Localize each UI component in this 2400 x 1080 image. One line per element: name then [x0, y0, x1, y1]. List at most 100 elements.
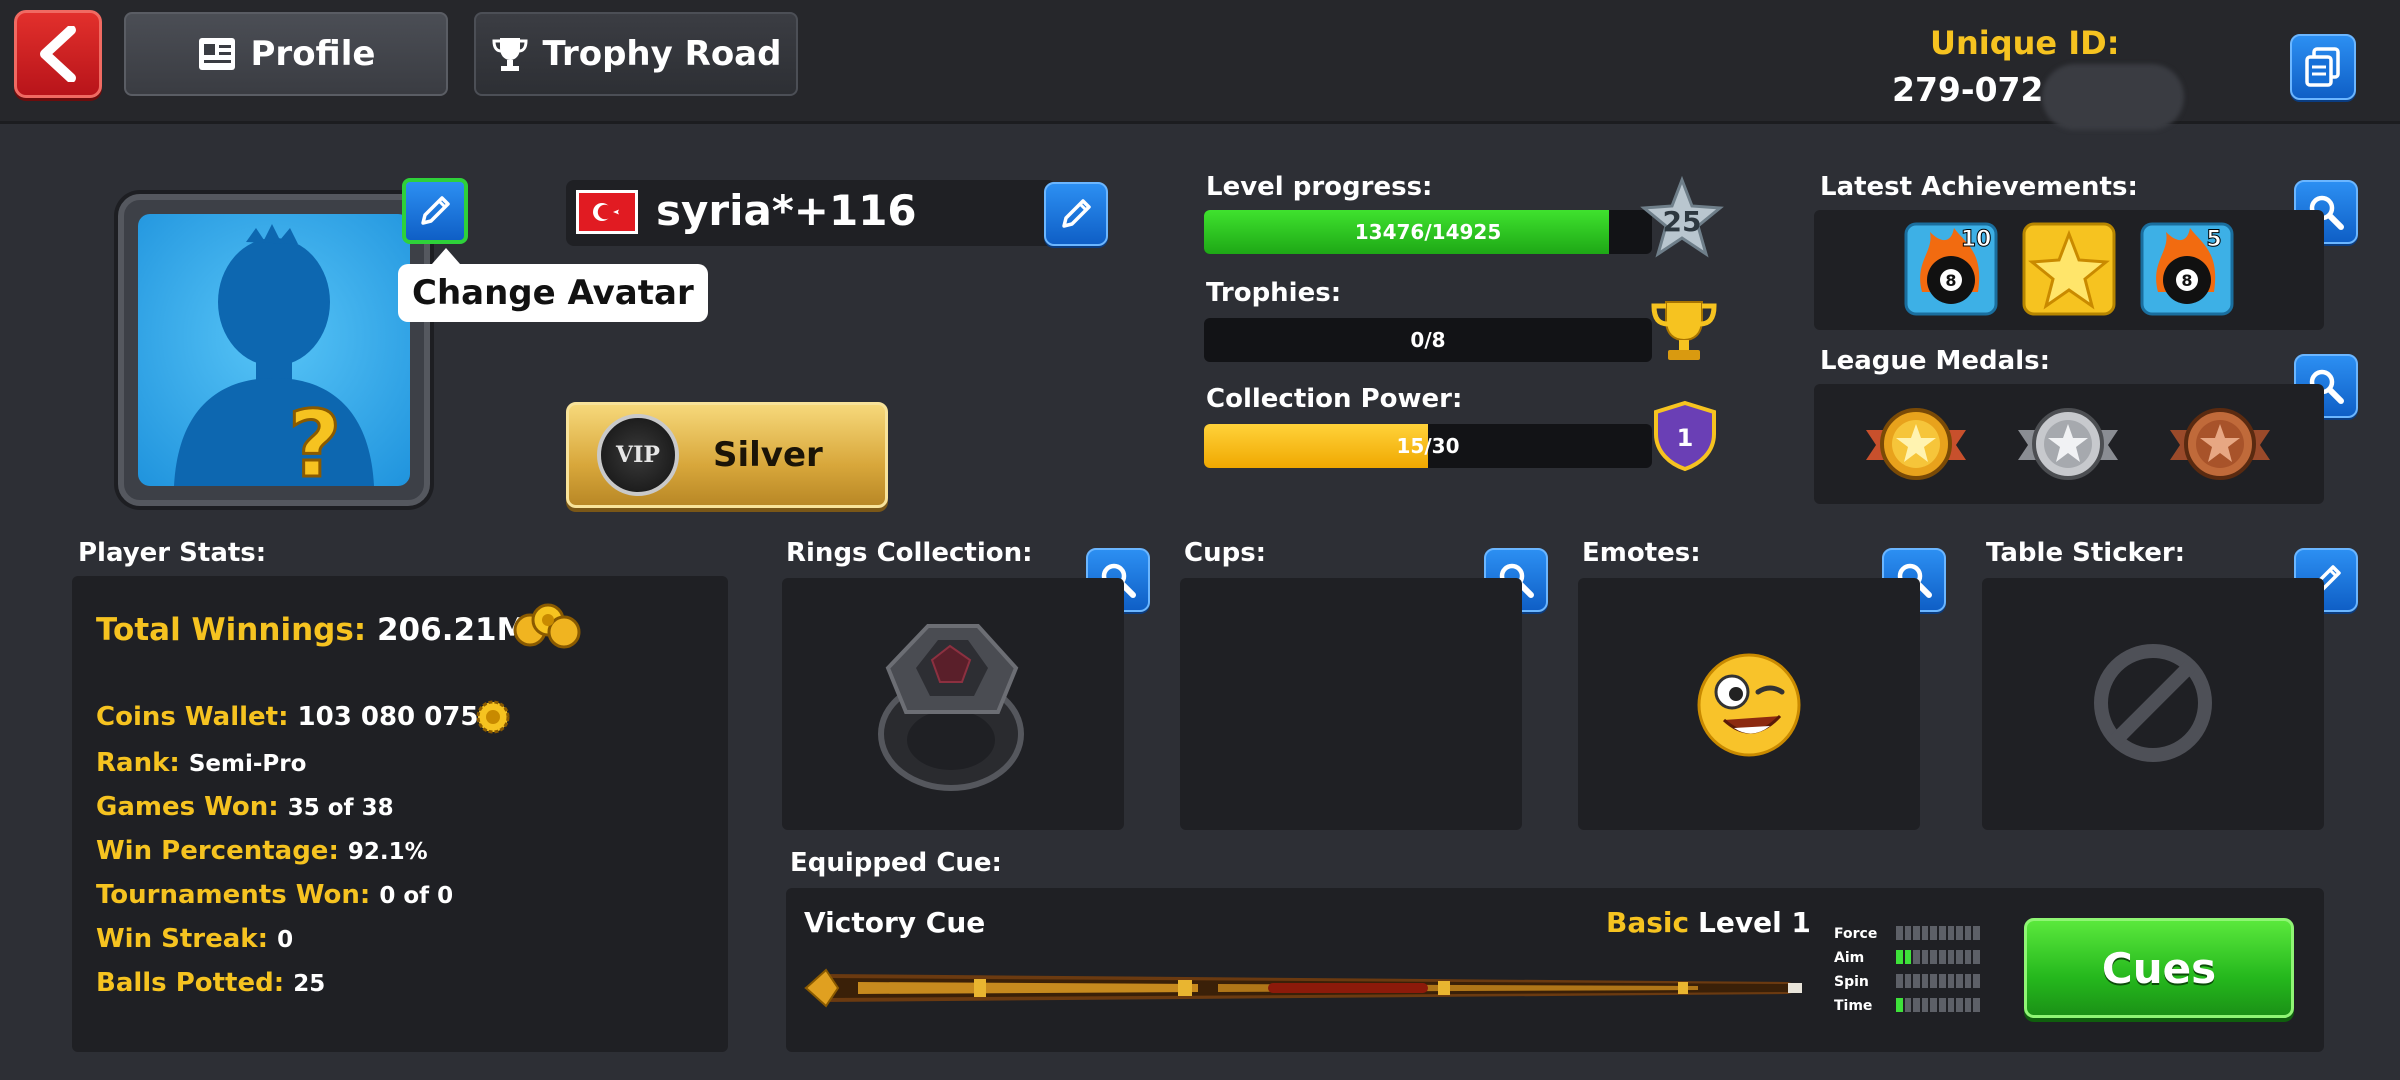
tab-trophy-road[interactable]: Trophy Road: [474, 12, 798, 96]
achievement-eight-ball-fire-icon[interactable]: 8 5: [2140, 222, 2234, 316]
win-streak-value: 0: [277, 927, 294, 953]
total-winnings-label: Total Winnings:: [96, 612, 367, 648]
vip-status-button[interactable]: VIP Silver: [566, 402, 888, 508]
win-streak-label: Win Streak:: [96, 924, 268, 954]
coin-pile-icon: [512, 600, 582, 652]
collection-power-label: Collection Power:: [1206, 384, 1463, 414]
tournaments-won-value: 0 of 0: [379, 883, 454, 909]
gold-trophy-icon: [1648, 298, 1720, 364]
no-sticker-icon: [2092, 642, 2214, 764]
ring-icon: [866, 616, 1036, 792]
level-progress-text: 13476/14925: [1354, 220, 1502, 244]
meter-segment: [1896, 998, 1903, 1012]
tab-profile[interactable]: Profile: [124, 12, 448, 96]
meter-segment: [1930, 998, 1937, 1012]
trophies-text: 0/8: [1410, 328, 1446, 352]
back-arrow-icon: [40, 26, 76, 82]
meter-segment: [1956, 998, 1963, 1012]
meter-segment: [1938, 974, 1946, 988]
table-sticker-label: Table Sticker:: [1986, 538, 2186, 568]
balls-potted-row: Balls Potted: 25: [96, 968, 325, 998]
achievement-count: 10: [1961, 227, 1992, 252]
level-star-icon: 25: [1640, 175, 1724, 260]
cue-rarity: Basic: [1606, 906, 1690, 939]
vip-badge-text: VIP: [616, 442, 660, 468]
total-winnings-value: 206.21M: [376, 612, 528, 648]
total-winnings-row: Total Winnings: 206.21M: [96, 612, 527, 648]
latest-achievements-label: Latest Achievements:: [1820, 172, 2138, 202]
level-number: 25: [1663, 205, 1702, 238]
games-won-label: Games Won:: [96, 792, 279, 822]
vip-badge-icon: VIP: [597, 414, 679, 496]
meter-segment: [1896, 950, 1903, 964]
meter-segment: [1973, 950, 1980, 964]
copy-id-button[interactable]: [2290, 34, 2356, 100]
cue-name: Victory Cue: [804, 906, 986, 939]
meter-segment: [1913, 950, 1920, 964]
collection-power-text: 15/30: [1396, 434, 1460, 458]
games-won-row: Games Won: 35 of 38: [96, 792, 394, 822]
meter-segment: [1913, 974, 1920, 988]
balls-potted-value: 25: [293, 971, 326, 997]
meter-segment: [1964, 998, 1972, 1012]
games-won-value: 35 of 38: [287, 795, 394, 821]
meter-segment: [1956, 926, 1963, 940]
turkey-flag-icon: [576, 190, 638, 234]
force-label: Force: [1834, 926, 1878, 942]
profile-card-icon: [198, 38, 235, 70]
cues-button-label: Cues: [2101, 943, 2217, 993]
unique-id-redaction: [2042, 64, 2184, 130]
victory-cue-icon: [798, 962, 1810, 1014]
unique-id-value: 279-072: [1892, 70, 2044, 109]
meter-segment: [1947, 974, 1955, 988]
meter-segment: [1973, 926, 1980, 940]
meter-segment: [1904, 950, 1912, 964]
win-percentage-value: 92.1%: [347, 839, 428, 865]
unique-id-label: Unique ID:: [1930, 24, 2120, 62]
coins-wallet-row: Coins Wallet: 103 080 075: [96, 702, 478, 732]
meter-segment: [1904, 998, 1912, 1012]
edit-name-button[interactable]: [1044, 182, 1108, 246]
meter-segment: [1956, 950, 1963, 964]
silver-medal-icon: [2016, 404, 2120, 484]
vip-tier: Silver: [713, 435, 823, 475]
meter-segment: [1921, 950, 1929, 964]
winking-emote-icon: [1694, 650, 1804, 760]
win-percentage-label: Win Percentage:: [96, 836, 339, 866]
meter-segment: [1904, 974, 1912, 988]
coins-wallet-value: 103 080 075: [297, 702, 479, 732]
meter-segment: [1921, 926, 1929, 940]
meter-segment: [1964, 974, 1972, 988]
meter-segment: [1973, 998, 1980, 1012]
avatar[interactable]: ?: [118, 194, 430, 506]
win-percentage-row: Win Percentage: 92.1%: [96, 836, 428, 866]
meter-segment: [1913, 926, 1920, 940]
achievement-gold-star-icon[interactable]: [2022, 222, 2116, 316]
meter-segment: [1904, 926, 1912, 940]
meter-segment: [1964, 926, 1972, 940]
edit-avatar-button[interactable]: [402, 178, 468, 244]
collection-shield-icon: 1: [1652, 400, 1718, 472]
player-stats-title: Player Stats:: [78, 538, 267, 568]
cups-panel[interactable]: [1180, 578, 1522, 830]
meter-segment: [1938, 998, 1946, 1012]
meter-segment: [1930, 974, 1937, 988]
cues-button[interactable]: Cues: [2024, 918, 2294, 1018]
tab-trophy-road-label: Trophy Road: [542, 34, 782, 74]
win-streak-row: Win Streak: 0: [96, 924, 293, 954]
meter-segment: [1956, 974, 1963, 988]
tournaments-won-row: Tournaments Won: 0 of 0: [96, 880, 453, 910]
equipped-cue-label: Equipped Cue:: [790, 848, 1002, 878]
achievement-eight-ball-fire-icon[interactable]: 8 10: [1904, 222, 1998, 316]
meter-segment: [1947, 950, 1955, 964]
aim-label: Aim: [1834, 950, 1865, 966]
coins-wallet-label: Coins Wallet:: [96, 702, 289, 732]
meter-segment: [1921, 998, 1929, 1012]
copy-icon: [2305, 47, 2340, 87]
meter-segment: [1896, 926, 1903, 940]
back-button[interactable]: [14, 10, 102, 98]
player-name: syria*+116: [656, 186, 917, 235]
league-medals-label: League Medals:: [1820, 346, 2051, 376]
collection-badge-number: 1: [1677, 424, 1694, 452]
trophy-icon: [492, 38, 528, 71]
